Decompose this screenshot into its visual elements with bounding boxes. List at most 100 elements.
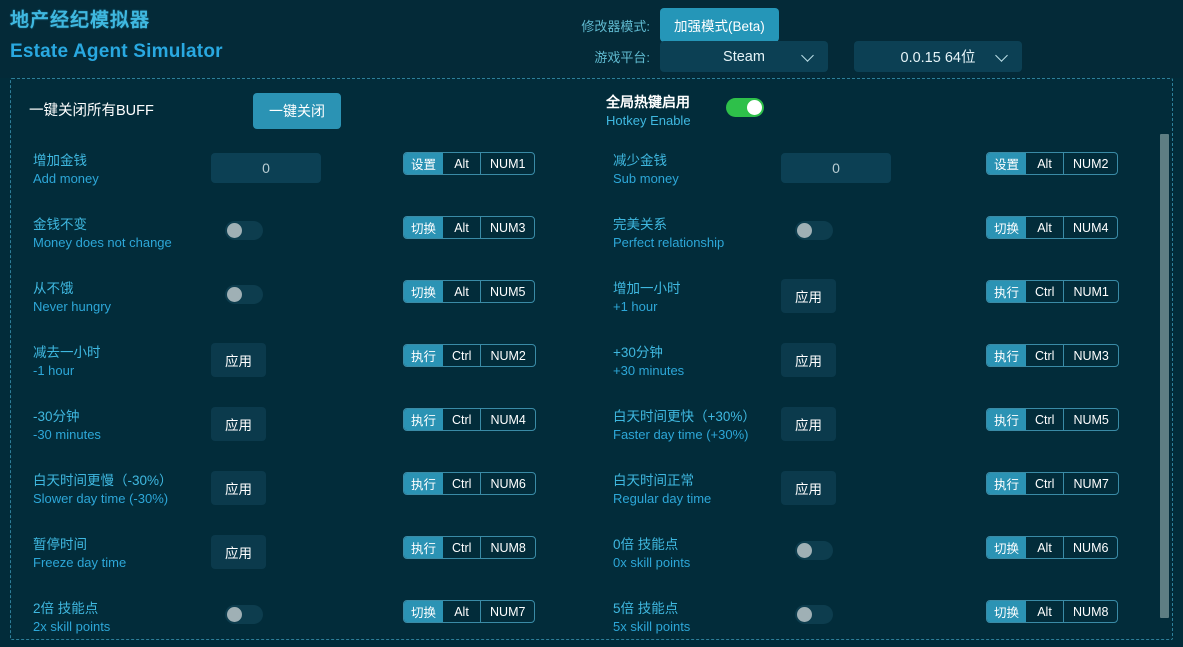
scrollbar-thumb[interactable] (1160, 134, 1169, 618)
cheat-toggle[interactable] (225, 221, 263, 240)
hotkey-action-label: 设置 (404, 153, 443, 174)
cheat-row-labels: 暂停时间Freeze day time (33, 535, 126, 572)
hotkey-modifier-label: Alt (443, 217, 481, 238)
hotkey-binding[interactable]: 切换AltNUM3 (403, 216, 535, 239)
cheat-row: +30分钟+30 minutes应用执行CtrlNUM3 (591, 333, 1163, 397)
apply-button[interactable]: 应用 (211, 343, 266, 377)
chevron-down-icon (995, 49, 1008, 62)
apply-button[interactable]: 应用 (781, 407, 836, 441)
cheat-label-en: -30 minutes (33, 426, 101, 444)
cheat-control (211, 151, 391, 185)
apply-button[interactable]: 应用 (211, 471, 266, 505)
cheat-label-cn: 增加一小时 (613, 279, 681, 298)
apply-button[interactable]: 应用 (781, 343, 836, 377)
cheat-control: 应用 (781, 279, 961, 313)
value-input[interactable] (211, 153, 321, 183)
hotkey-modifier-label: Ctrl (443, 345, 481, 366)
disable-all-buffs-button[interactable]: 一键关闭 (253, 93, 341, 129)
hotkey-binding[interactable]: 设置AltNUM1 (403, 152, 535, 175)
hotkey-modifier-label: Ctrl (443, 473, 481, 494)
trainer-mode-button[interactable]: 加强模式(Beta) (660, 8, 779, 42)
apply-button[interactable]: 应用 (781, 279, 836, 313)
hotkey-key-label: NUM3 (1064, 345, 1117, 366)
cheat-row-labels: 减去一小时-1 hour (33, 343, 101, 380)
cheat-control: 应用 (211, 535, 391, 569)
hotkey-action-label: 执行 (987, 473, 1026, 494)
panel-top-row: 一键关闭所有BUFF 一键关闭 全局热键启用 Hotkey Enable (11, 79, 1172, 141)
cheat-label-en: 2x skill points (33, 618, 110, 636)
cheat-label-en: Perfect relationship (613, 234, 724, 252)
hotkey-binding[interactable]: 执行CtrlNUM5 (986, 408, 1119, 431)
hotkey-binding[interactable]: 执行CtrlNUM3 (986, 344, 1119, 367)
hotkey-binding[interactable]: 切换AltNUM5 (403, 280, 535, 303)
platform-row: 游戏平台: Steam 0.0.15 64位 (575, 41, 1022, 72)
cheat-toggle[interactable] (225, 605, 263, 624)
cheat-label-cn: 从不饿 (33, 279, 111, 298)
cheat-label-en: 0x skill points (613, 554, 690, 572)
hotkey-binding[interactable]: 设置AltNUM2 (986, 152, 1118, 175)
cheat-label-en: Faster day time (+30%) (613, 426, 756, 444)
hotkey-modifier-label: Alt (443, 153, 481, 174)
page-title-en: Estate Agent Simulator (10, 38, 223, 66)
hotkey-binding[interactable]: 切换AltNUM6 (986, 536, 1118, 559)
cheat-row-labels: -30分钟-30 minutes (33, 407, 101, 444)
apply-button[interactable]: 应用 (211, 407, 266, 441)
cheat-control: 应用 (211, 407, 391, 441)
cheat-row-labels: 增加金钱Add money (33, 151, 99, 188)
vertical-scrollbar[interactable] (1160, 80, 1169, 640)
mode-row: 修改器模式: 加强模式(Beta) (575, 8, 779, 42)
cheat-label-cn: 暂停时间 (33, 535, 126, 554)
cheat-control: 应用 (781, 471, 961, 505)
cheat-label-en: Add money (33, 170, 99, 188)
toggle-knob (797, 543, 812, 558)
hotkey-binding[interactable]: 执行CtrlNUM8 (403, 536, 536, 559)
hotkey-binding[interactable]: 切换AltNUM8 (986, 600, 1118, 623)
hotkey-binding[interactable]: 执行CtrlNUM1 (986, 280, 1119, 303)
cheat-toggle[interactable] (795, 541, 833, 560)
cheat-control: 应用 (781, 343, 961, 377)
cheat-label-cn: 完美关系 (613, 215, 724, 234)
chevron-down-icon (801, 49, 814, 62)
cheat-label-cn: 减去一小时 (33, 343, 101, 362)
hotkey-key-label: NUM6 (1064, 537, 1117, 558)
toggle-knob (797, 607, 812, 622)
hotkey-modifier-label: Alt (1026, 217, 1064, 238)
hotkey-action-label: 切换 (404, 601, 443, 622)
hotkey-binding[interactable]: 切换AltNUM7 (403, 600, 535, 623)
cheat-control (781, 151, 961, 185)
cheat-label-cn: 2倍 技能点 (33, 599, 110, 618)
hotkey-modifier-label: Ctrl (1026, 409, 1064, 430)
cheat-toggle[interactable] (225, 285, 263, 304)
hotkey-key-label: NUM6 (481, 473, 534, 494)
value-input[interactable] (781, 153, 891, 183)
hotkey-action-label: 切换 (987, 217, 1026, 238)
cheat-row: 白天时间更慢（-30%）Slower day time (-30%)应用执行Ct… (11, 461, 591, 525)
apply-button[interactable]: 应用 (781, 471, 836, 505)
cheat-row-labels: 从不饿Never hungry (33, 279, 111, 316)
cheat-row-labels: 白天时间正常Regular day time (613, 471, 711, 508)
cheat-label-en: Money does not change (33, 234, 172, 252)
toggle-knob (227, 607, 242, 622)
apply-button[interactable]: 应用 (211, 535, 266, 569)
version-select[interactable]: 0.0.15 64位 (854, 41, 1022, 72)
platform-select[interactable]: Steam (660, 41, 828, 72)
hotkey-binding[interactable]: 执行CtrlNUM4 (403, 408, 536, 431)
cheat-toggle[interactable] (795, 221, 833, 240)
hotkey-enable-toggle[interactable] (726, 98, 764, 117)
cheat-control: 应用 (781, 407, 961, 441)
hotkey-binding[interactable]: 执行CtrlNUM6 (403, 472, 536, 495)
cheat-row: 2倍 技能点2x skill points 切换AltNUM7 (11, 589, 591, 640)
cheat-row: 暂停时间Freeze day time 应用 执行CtrlNUM8 (11, 525, 591, 589)
cheat-row-labels: 减少金钱Sub money (613, 151, 679, 188)
cheat-label-cn: 减少金钱 (613, 151, 679, 170)
cheat-row: 白天时间更快（+30%）Faster day time (+30%)应用执行Ct… (591, 397, 1163, 461)
hotkey-binding[interactable]: 切换AltNUM4 (986, 216, 1118, 239)
hotkey-binding[interactable]: 执行CtrlNUM2 (403, 344, 536, 367)
cheat-toggle[interactable] (795, 605, 833, 624)
cheat-row-labels: 2倍 技能点2x skill points (33, 599, 110, 636)
trainer-window: 地产经纪模拟器 Estate Agent Simulator 修改器模式: 加强… (0, 0, 1183, 647)
hotkey-binding[interactable]: 执行CtrlNUM7 (986, 472, 1119, 495)
cheat-control: 应用 (211, 343, 391, 377)
cheat-row: 白天时间正常Regular day time 应用 执行CtrlNUM7 (591, 461, 1163, 525)
cheat-label-cn: 白天时间更慢（-30%） (33, 471, 173, 490)
